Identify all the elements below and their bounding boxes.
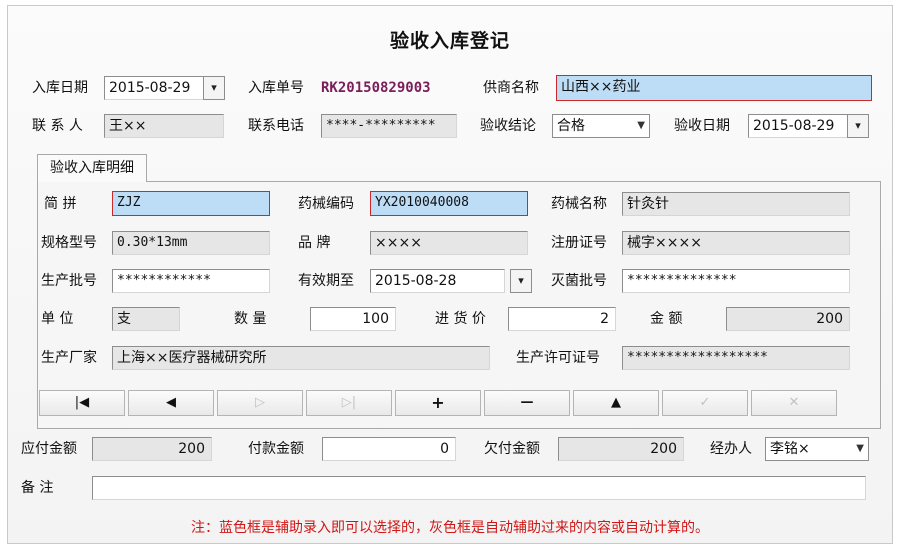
name-field: 针灸针 (622, 192, 850, 216)
payable-field: 200 (92, 437, 212, 461)
remark-label: 备 注 (21, 480, 54, 496)
reg-label: 注册证号 (551, 235, 607, 251)
check-icon: ✓ (699, 395, 711, 410)
next-record-button[interactable]: ▷ (217, 390, 303, 416)
spec-label: 规格型号 (41, 235, 97, 251)
conclusion-label: 验收结论 (480, 118, 536, 134)
post-record-button[interactable]: ✓ (662, 390, 748, 416)
handler-select[interactable]: 李铭× ▼ (765, 437, 869, 461)
expire-label: 有效期至 (298, 273, 354, 289)
expire-field[interactable]: 2015-08-28 (370, 269, 505, 293)
amount-field: 200 (726, 307, 850, 331)
caret-up-icon: ▲ (611, 395, 621, 410)
conclusion-value: 合格 (557, 118, 585, 134)
maker-label: 生产厂家 (41, 350, 97, 366)
close-icon: ✕ (788, 395, 800, 410)
phone-field: ****-********* (321, 114, 457, 138)
code-field[interactable]: YX2010040008 (370, 191, 528, 216)
maker-field: 上海××医疗器械研究所 (112, 346, 490, 370)
page-title: 验收入库登记 (389, 30, 510, 52)
expire-date-dropdown[interactable]: ▾ (510, 269, 532, 293)
sterile-label: 灭菌批号 (551, 273, 607, 289)
supplier-label: 供商名称 (483, 80, 539, 96)
conclusion-select[interactable]: 合格 ▼ (552, 114, 650, 138)
price-field[interactable]: 2 (508, 307, 616, 331)
form-window: 验收入库登记 入库日期 2015-08-29 ▾ 入库单号 RK20150829… (7, 5, 893, 544)
reg-field: 械字×××× (622, 231, 850, 255)
owed-field: 200 (558, 437, 684, 461)
phone-label: 联系电话 (248, 118, 304, 134)
qty-field[interactable]: 100 (310, 307, 396, 331)
next-icon: ▷ (255, 395, 265, 410)
unit-label: 单 位 (41, 311, 74, 327)
stock-in-no-label: 入库单号 (248, 80, 304, 96)
code-label: 药械编码 (298, 196, 354, 212)
brand-label: 品 牌 (298, 235, 331, 251)
qty-label: 数 量 (234, 311, 267, 327)
license-label: 生产许可证号 (516, 350, 600, 366)
chevron-down-icon: ▾ (518, 274, 524, 287)
paid-field[interactable]: 0 (322, 437, 456, 461)
chevron-down-icon: ▼ (637, 120, 645, 131)
prev-icon: ◀ (166, 395, 176, 410)
spec-field: 0.30*13mm (112, 231, 270, 255)
chevron-down-icon: ▾ (211, 81, 217, 94)
inspect-date-field[interactable]: 2015-08-29 (748, 114, 848, 138)
chevron-down-icon: ▾ (855, 119, 861, 132)
stock-in-date-label: 入库日期 (32, 80, 88, 96)
delete-record-button[interactable]: — (484, 390, 570, 416)
first-record-button[interactable]: |◀ (39, 390, 125, 416)
edit-record-button[interactable]: ▲ (573, 390, 659, 416)
pinyin-field[interactable]: ZJZ (112, 191, 270, 216)
paid-label: 付款金额 (248, 441, 304, 457)
inspect-date-label: 验收日期 (674, 118, 730, 134)
handler-value: 李铭× (770, 441, 810, 457)
prev-record-button[interactable]: ◀ (128, 390, 214, 416)
name-label: 药械名称 (551, 196, 607, 212)
stock-in-date-field[interactable]: 2015-08-29 (104, 76, 204, 100)
minus-icon: — (520, 395, 534, 410)
tab-stock-in-detail[interactable]: 验收入库明细 (37, 154, 147, 182)
supplier-field[interactable]: 山西××药业 (556, 75, 872, 101)
plus-icon: + (431, 393, 445, 412)
batch-label: 生产批号 (41, 273, 97, 289)
brand-field: ×××× (370, 231, 528, 255)
payable-label: 应付金额 (21, 441, 77, 457)
handler-label: 经办人 (710, 441, 752, 457)
add-record-button[interactable]: + (395, 390, 481, 416)
sterile-field[interactable]: ************** (622, 269, 850, 293)
owed-label: 欠付金额 (484, 441, 540, 457)
unit-field: 支 (112, 307, 180, 331)
contact-field: 王×× (104, 114, 224, 138)
stock-in-date-dropdown[interactable]: ▾ (203, 76, 225, 100)
price-label: 进 货 价 (435, 311, 486, 327)
help-note: 注：蓝色框是辅助录入即可以选择的，灰色框是自动辅助过来的内容或自动计算的。 (191, 520, 709, 536)
contact-label: 联 系 人 (32, 118, 83, 134)
stock-in-no-value: RK20150829003 (321, 80, 431, 96)
last-icon: ▷| (341, 395, 357, 410)
last-record-button[interactable]: ▷| (306, 390, 392, 416)
first-icon: |◀ (74, 395, 90, 410)
cancel-record-button[interactable]: ✕ (751, 390, 837, 416)
remark-field[interactable] (92, 476, 866, 500)
pinyin-label: 简 拼 (44, 196, 77, 212)
batch-field[interactable]: ************ (112, 269, 270, 293)
amount-label: 金 额 (650, 311, 683, 327)
inspect-date-dropdown[interactable]: ▾ (847, 114, 869, 138)
chevron-down-icon: ▼ (856, 443, 864, 454)
license-field: ****************** (622, 346, 850, 370)
